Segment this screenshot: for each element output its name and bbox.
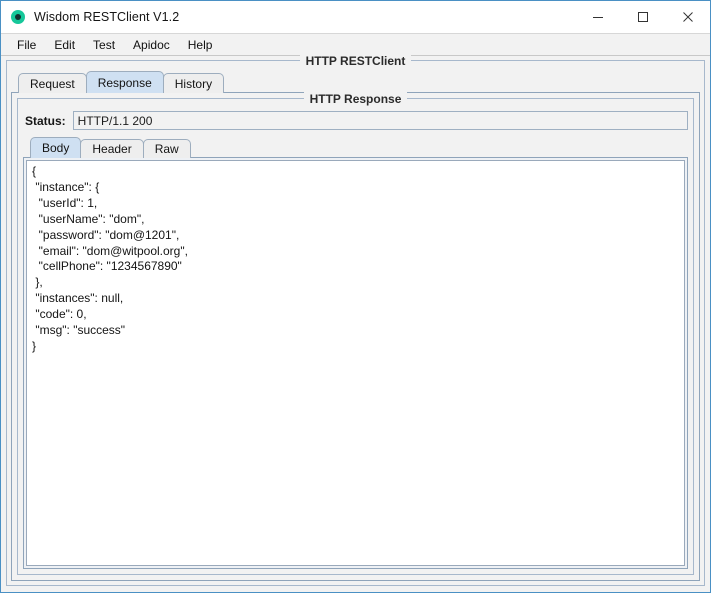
minimize-icon[interactable]	[575, 1, 620, 33]
menu-item-file[interactable]: File	[8, 36, 45, 54]
window-title: Wisdom RESTClient V1.2	[34, 10, 180, 24]
app-circle-icon	[11, 10, 25, 24]
http-response-panel: HTTP Response Status: HTTP/1.1 200 Body …	[17, 92, 694, 575]
menu-item-help[interactable]: Help	[179, 36, 222, 54]
menu-item-apidoc[interactable]: Apidoc	[124, 36, 179, 54]
maximize-icon[interactable]	[620, 1, 665, 33]
menu-item-test[interactable]: Test	[84, 36, 124, 54]
window-controls	[575, 1, 710, 33]
tab-body[interactable]: Body	[30, 137, 82, 158]
response-body-textarea[interactable]: { "instance": { "userId": 1, "userName":…	[26, 160, 685, 566]
http-response-panel-legend: HTTP Response	[18, 92, 693, 106]
http-restclient-panel-legend: HTTP RESTClient	[7, 54, 704, 68]
status-row: Status: HTTP/1.1 200	[25, 111, 688, 130]
status-label: Status:	[25, 113, 66, 128]
response-body-text: { "instance": { "userId": 1, "userName":…	[32, 164, 188, 353]
application-window: Wisdom RESTClient V1.2 File Edit Test Ap…	[0, 0, 711, 593]
http-restclient-panel: HTTP RESTClient Request Response History…	[6, 54, 705, 586]
close-icon[interactable]	[665, 1, 710, 33]
tab-request[interactable]: Request	[18, 73, 87, 93]
tab-raw[interactable]: Raw	[142, 139, 191, 158]
title-bar: Wisdom RESTClient V1.2	[1, 1, 710, 33]
body-tab-content: { "instance": { "userId": 1, "userName":…	[23, 157, 688, 569]
menu-bar: File Edit Test Apidoc Help	[1, 33, 710, 56]
main-tabs: Request Response History	[11, 71, 700, 93]
tab-header[interactable]: Header	[80, 139, 144, 158]
tab-response[interactable]: Response	[85, 71, 164, 93]
tab-history[interactable]: History	[162, 73, 225, 93]
response-sub-tabs: Body Header Raw	[23, 136, 688, 158]
http-response-panel-legend-text: HTTP Response	[303, 92, 408, 106]
response-tab-content: HTTP Response Status: HTTP/1.1 200 Body …	[11, 92, 700, 581]
response-sub-tabs-wrap: Body Header Raw { "instance": { "userId"…	[23, 136, 688, 569]
menu-item-edit[interactable]: Edit	[45, 36, 84, 54]
content-area: HTTP RESTClient Request Response History…	[1, 54, 710, 592]
http-restclient-panel-legend-text: HTTP RESTClient	[299, 54, 412, 68]
status-field[interactable]: HTTP/1.1 200	[72, 111, 688, 130]
